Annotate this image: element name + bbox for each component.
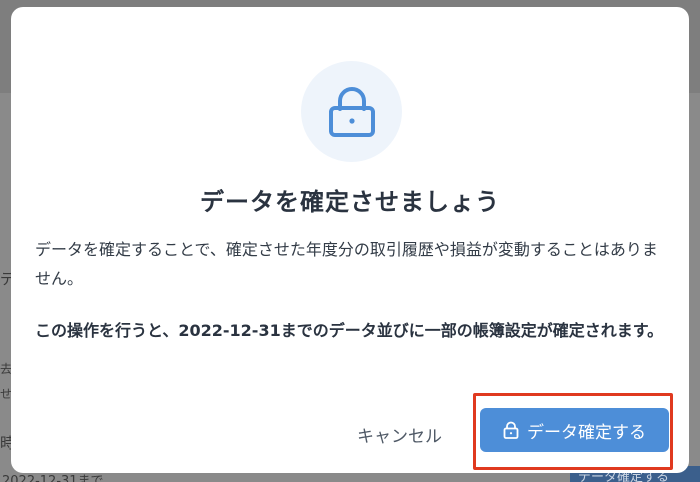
- dialog-notice: この操作を行うと、2022-12-31までのデータ並びに一部の帳簿設定が確定され…: [35, 321, 664, 340]
- lock-icon: [328, 86, 375, 137]
- confirm-data-dialog: データを確定させましょう データを確定することで、確定させた年度分の取引履歴や損…: [11, 7, 689, 473]
- dialog-title: データを確定させましょう: [200, 188, 500, 216]
- confirm-button-label: データ確定する: [527, 422, 646, 443]
- confirm-data-button[interactable]: データ確定する: [480, 408, 669, 452]
- lock-icon: [503, 421, 519, 439]
- lock-icon-circle: [301, 61, 402, 162]
- cancel-button[interactable]: キャンセル: [357, 417, 442, 451]
- dialog-description: データを確定することで、確定させた年度分の取引履歴や損益が変動することはありませ…: [35, 240, 658, 288]
